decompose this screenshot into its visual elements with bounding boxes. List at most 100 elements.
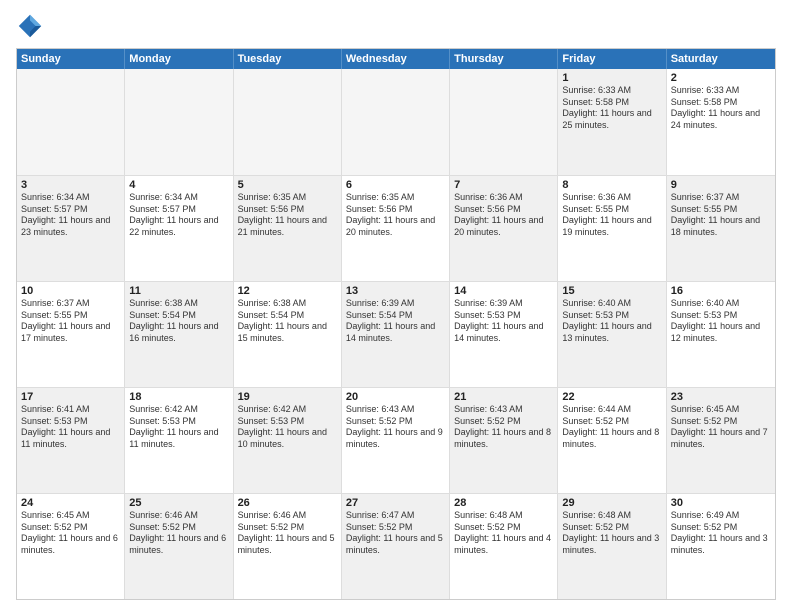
calendar-header-cell: Thursday bbox=[450, 49, 558, 69]
calendar-row: 1Sunrise: 6:33 AM Sunset: 5:58 PM Daylig… bbox=[17, 69, 775, 175]
calendar-cell: 21Sunrise: 6:43 AM Sunset: 5:52 PM Dayli… bbox=[450, 388, 558, 493]
calendar-cell: 29Sunrise: 6:48 AM Sunset: 5:52 PM Dayli… bbox=[558, 494, 666, 599]
cell-text: Sunrise: 6:48 AM Sunset: 5:52 PM Dayligh… bbox=[562, 510, 661, 557]
calendar-cell: 17Sunrise: 6:41 AM Sunset: 5:53 PM Dayli… bbox=[17, 388, 125, 493]
calendar-row: 10Sunrise: 6:37 AM Sunset: 5:55 PM Dayli… bbox=[17, 281, 775, 387]
calendar-cell: 18Sunrise: 6:42 AM Sunset: 5:53 PM Dayli… bbox=[125, 388, 233, 493]
calendar-cell: 8Sunrise: 6:36 AM Sunset: 5:55 PM Daylig… bbox=[558, 176, 666, 281]
day-number: 13 bbox=[346, 285, 445, 297]
cell-text: Sunrise: 6:43 AM Sunset: 5:52 PM Dayligh… bbox=[454, 404, 553, 451]
day-number: 21 bbox=[454, 391, 553, 403]
calendar-header-cell: Monday bbox=[125, 49, 233, 69]
cell-text: Sunrise: 6:42 AM Sunset: 5:53 PM Dayligh… bbox=[129, 404, 228, 451]
calendar-cell: 27Sunrise: 6:47 AM Sunset: 5:52 PM Dayli… bbox=[342, 494, 450, 599]
cell-text: Sunrise: 6:34 AM Sunset: 5:57 PM Dayligh… bbox=[21, 192, 120, 239]
calendar-cell: 4Sunrise: 6:34 AM Sunset: 5:57 PM Daylig… bbox=[125, 176, 233, 281]
day-number: 17 bbox=[21, 391, 120, 403]
page: SundayMondayTuesdayWednesdayThursdayFrid… bbox=[0, 0, 792, 612]
day-number: 20 bbox=[346, 391, 445, 403]
calendar-header-cell: Tuesday bbox=[234, 49, 342, 69]
day-number: 11 bbox=[129, 285, 228, 297]
calendar-header-cell: Saturday bbox=[667, 49, 775, 69]
day-number: 16 bbox=[671, 285, 771, 297]
day-number: 18 bbox=[129, 391, 228, 403]
day-number: 25 bbox=[129, 497, 228, 509]
calendar-cell: 20Sunrise: 6:43 AM Sunset: 5:52 PM Dayli… bbox=[342, 388, 450, 493]
cell-text: Sunrise: 6:33 AM Sunset: 5:58 PM Dayligh… bbox=[671, 85, 771, 132]
day-number: 12 bbox=[238, 285, 337, 297]
day-number: 28 bbox=[454, 497, 553, 509]
logo-icon bbox=[16, 12, 44, 40]
day-number: 15 bbox=[562, 285, 661, 297]
day-number: 23 bbox=[671, 391, 771, 403]
cell-text: Sunrise: 6:42 AM Sunset: 5:53 PM Dayligh… bbox=[238, 404, 337, 451]
cell-text: Sunrise: 6:36 AM Sunset: 5:55 PM Dayligh… bbox=[562, 192, 661, 239]
calendar-header: SundayMondayTuesdayWednesdayThursdayFrid… bbox=[17, 49, 775, 69]
calendar-cell: 12Sunrise: 6:38 AM Sunset: 5:54 PM Dayli… bbox=[234, 282, 342, 387]
cell-text: Sunrise: 6:47 AM Sunset: 5:52 PM Dayligh… bbox=[346, 510, 445, 557]
calendar-cell: 15Sunrise: 6:40 AM Sunset: 5:53 PM Dayli… bbox=[558, 282, 666, 387]
cell-text: Sunrise: 6:37 AM Sunset: 5:55 PM Dayligh… bbox=[21, 298, 120, 345]
calendar-cell: 5Sunrise: 6:35 AM Sunset: 5:56 PM Daylig… bbox=[234, 176, 342, 281]
cell-text: Sunrise: 6:34 AM Sunset: 5:57 PM Dayligh… bbox=[129, 192, 228, 239]
day-number: 24 bbox=[21, 497, 120, 509]
day-number: 10 bbox=[21, 285, 120, 297]
day-number: 29 bbox=[562, 497, 661, 509]
header bbox=[16, 12, 776, 40]
cell-text: Sunrise: 6:40 AM Sunset: 5:53 PM Dayligh… bbox=[671, 298, 771, 345]
day-number: 19 bbox=[238, 391, 337, 403]
cell-text: Sunrise: 6:43 AM Sunset: 5:52 PM Dayligh… bbox=[346, 404, 445, 451]
day-number: 4 bbox=[129, 179, 228, 191]
cell-text: Sunrise: 6:45 AM Sunset: 5:52 PM Dayligh… bbox=[671, 404, 771, 451]
calendar-header-cell: Friday bbox=[558, 49, 666, 69]
day-number: 30 bbox=[671, 497, 771, 509]
cell-text: Sunrise: 6:46 AM Sunset: 5:52 PM Dayligh… bbox=[238, 510, 337, 557]
calendar-cell: 25Sunrise: 6:46 AM Sunset: 5:52 PM Dayli… bbox=[125, 494, 233, 599]
day-number: 1 bbox=[562, 72, 661, 84]
day-number: 22 bbox=[562, 391, 661, 403]
day-number: 6 bbox=[346, 179, 445, 191]
cell-text: Sunrise: 6:41 AM Sunset: 5:53 PM Dayligh… bbox=[21, 404, 120, 451]
calendar-header-cell: Wednesday bbox=[342, 49, 450, 69]
calendar-cell: 23Sunrise: 6:45 AM Sunset: 5:52 PM Dayli… bbox=[667, 388, 775, 493]
cell-text: Sunrise: 6:48 AM Sunset: 5:52 PM Dayligh… bbox=[454, 510, 553, 557]
calendar-cell: 26Sunrise: 6:46 AM Sunset: 5:52 PM Dayli… bbox=[234, 494, 342, 599]
calendar-body: 1Sunrise: 6:33 AM Sunset: 5:58 PM Daylig… bbox=[17, 69, 775, 599]
cell-text: Sunrise: 6:44 AM Sunset: 5:52 PM Dayligh… bbox=[562, 404, 661, 451]
calendar-cell: 3Sunrise: 6:34 AM Sunset: 5:57 PM Daylig… bbox=[17, 176, 125, 281]
cell-text: Sunrise: 6:36 AM Sunset: 5:56 PM Dayligh… bbox=[454, 192, 553, 239]
calendar-cell: 13Sunrise: 6:39 AM Sunset: 5:54 PM Dayli… bbox=[342, 282, 450, 387]
cell-text: Sunrise: 6:38 AM Sunset: 5:54 PM Dayligh… bbox=[238, 298, 337, 345]
day-number: 7 bbox=[454, 179, 553, 191]
day-number: 9 bbox=[671, 179, 771, 191]
cell-text: Sunrise: 6:45 AM Sunset: 5:52 PM Dayligh… bbox=[21, 510, 120, 557]
calendar-row: 3Sunrise: 6:34 AM Sunset: 5:57 PM Daylig… bbox=[17, 175, 775, 281]
calendar: SundayMondayTuesdayWednesdayThursdayFrid… bbox=[16, 48, 776, 600]
logo bbox=[16, 12, 48, 40]
calendar-cell bbox=[125, 69, 233, 175]
cell-text: Sunrise: 6:46 AM Sunset: 5:52 PM Dayligh… bbox=[129, 510, 228, 557]
calendar-cell: 28Sunrise: 6:48 AM Sunset: 5:52 PM Dayli… bbox=[450, 494, 558, 599]
calendar-cell: 10Sunrise: 6:37 AM Sunset: 5:55 PM Dayli… bbox=[17, 282, 125, 387]
calendar-cell bbox=[234, 69, 342, 175]
cell-text: Sunrise: 6:39 AM Sunset: 5:53 PM Dayligh… bbox=[454, 298, 553, 345]
calendar-cell: 24Sunrise: 6:45 AM Sunset: 5:52 PM Dayli… bbox=[17, 494, 125, 599]
calendar-cell: 19Sunrise: 6:42 AM Sunset: 5:53 PM Dayli… bbox=[234, 388, 342, 493]
calendar-cell: 14Sunrise: 6:39 AM Sunset: 5:53 PM Dayli… bbox=[450, 282, 558, 387]
day-number: 8 bbox=[562, 179, 661, 191]
day-number: 5 bbox=[238, 179, 337, 191]
cell-text: Sunrise: 6:40 AM Sunset: 5:53 PM Dayligh… bbox=[562, 298, 661, 345]
cell-text: Sunrise: 6:39 AM Sunset: 5:54 PM Dayligh… bbox=[346, 298, 445, 345]
day-number: 26 bbox=[238, 497, 337, 509]
calendar-cell: 22Sunrise: 6:44 AM Sunset: 5:52 PM Dayli… bbox=[558, 388, 666, 493]
day-number: 27 bbox=[346, 497, 445, 509]
cell-text: Sunrise: 6:35 AM Sunset: 5:56 PM Dayligh… bbox=[238, 192, 337, 239]
cell-text: Sunrise: 6:49 AM Sunset: 5:52 PM Dayligh… bbox=[671, 510, 771, 557]
calendar-cell: 2Sunrise: 6:33 AM Sunset: 5:58 PM Daylig… bbox=[667, 69, 775, 175]
day-number: 14 bbox=[454, 285, 553, 297]
calendar-cell: 6Sunrise: 6:35 AM Sunset: 5:56 PM Daylig… bbox=[342, 176, 450, 281]
calendar-row: 24Sunrise: 6:45 AM Sunset: 5:52 PM Dayli… bbox=[17, 493, 775, 599]
calendar-cell bbox=[342, 69, 450, 175]
cell-text: Sunrise: 6:33 AM Sunset: 5:58 PM Dayligh… bbox=[562, 85, 661, 132]
calendar-row: 17Sunrise: 6:41 AM Sunset: 5:53 PM Dayli… bbox=[17, 387, 775, 493]
